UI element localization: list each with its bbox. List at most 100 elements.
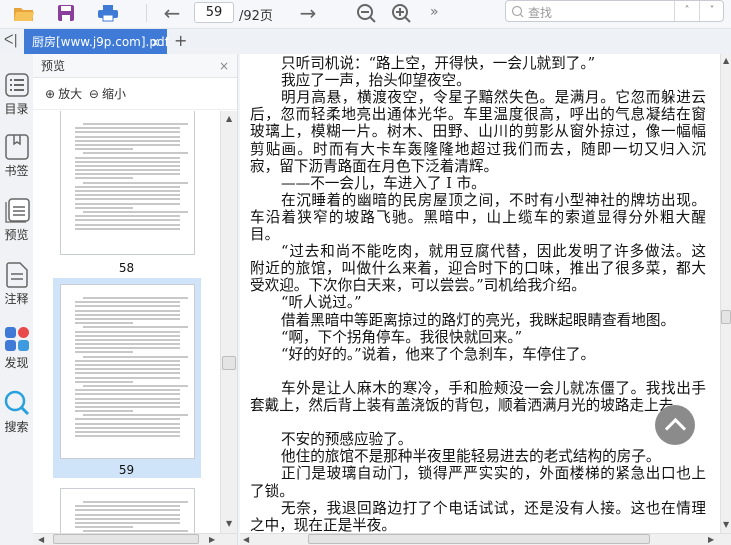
next-page-arrow-icon[interactable]: → <box>296 1 320 25</box>
zoom-out-icon[interactable] <box>354 2 378 24</box>
rail-item-bookmarks[interactable]: 书签 <box>0 134 33 179</box>
thumbnail-text-line <box>75 148 133 151</box>
text-line: 在沉睡着的幽暗的民房屋顶之间，不时有小型神社的牌坊出现。 <box>281 191 706 209</box>
apps-icon <box>0 326 33 352</box>
page-thumbnail-selected[interactable] <box>60 284 195 459</box>
search-box[interactable]: 查找 ˄ ˅ <box>505 0 724 22</box>
thumbnail-text-line <box>83 501 188 503</box>
thumbnail-text-line <box>75 131 180 134</box>
text-line: 他住的旅馆不是那种半夜里能轻易进去的老式结构的房子。 <box>281 448 661 466</box>
thumbnail-text-line <box>75 334 180 337</box>
search-input[interactable]: 查找 <box>528 4 552 21</box>
text-line: 玻璃上，模糊一片。树木、田野、山川的剪影从窗外掠过，像一幅幅 <box>250 123 706 141</box>
thumbnail-text-line <box>75 227 180 230</box>
page-number-input[interactable]: 59 <box>194 2 234 23</box>
back-to-top-button[interactable] <box>655 405 695 445</box>
rail-item-contents[interactable]: 目录 <box>0 72 33 117</box>
scrollbar-thumb[interactable] <box>308 534 650 544</box>
rail-label: 注释 <box>4 292 29 306</box>
thumbnail-text-line <box>75 380 133 383</box>
text-line: 无奈，我退回路边打了个电话试试，还是没有人接。这也在情理 <box>281 499 706 517</box>
close-panel-button[interactable]: × <box>219 54 229 78</box>
tab-document[interactable]: 厨房[www.j9p.com].pdf x <box>24 29 169 55</box>
bookmark-icon <box>0 134 33 160</box>
thumbnail-horizontal-scrollbar[interactable]: ◀ ▶ <box>33 533 237 545</box>
scrollbar-thumb[interactable] <box>721 310 731 324</box>
text-line: 车外是让人麻木的寒冷，手和脸颊没一会儿就冻僵了。我找出手 <box>281 379 706 397</box>
rail-item-preview[interactable]: 预览 <box>0 198 33 243</box>
thumbnail-text-line <box>75 177 133 180</box>
text-line: 后，忽而轻柔地亮出通体光华。车里温度很高，呼出的气息凝结在窗 <box>250 106 706 124</box>
scrollbar-thumb[interactable] <box>53 534 199 544</box>
search-next-button[interactable]: ˅ <box>699 1 724 21</box>
previous-page-arrow-icon[interactable]: ← <box>160 1 184 25</box>
text-line: “啊，下个拐角停车。我很快就回来。” <box>281 328 523 346</box>
page-thumbnail[interactable] <box>60 111 195 255</box>
rail-label: 书签 <box>4 164 29 178</box>
thumbnail-text-line <box>75 393 180 396</box>
thumbnail-text-line <box>75 389 180 392</box>
thumb-zoom-out-button[interactable]: 缩小 <box>102 87 126 101</box>
text-line: 套戴上，然后背上装有盖浇饭的背包，顺着洒满月光的坡路走上去。 <box>250 397 688 414</box>
thumbnail-text-line <box>75 139 180 142</box>
text-line: 附近的旅馆，叫做什么来着，迎合时下的口味，推出了很多菜，都大 <box>250 260 706 278</box>
close-tab-button[interactable]: x <box>152 29 159 55</box>
thumbnail-text-line <box>75 397 180 400</box>
text-line: “过去和尚不能吃肉，就用豆腐代替，因此发明了许多做法。这 <box>281 243 706 261</box>
thumbnail-text-line <box>75 347 180 350</box>
text-line: 之中，现在正是半夜。 <box>250 516 396 533</box>
thumbnail-text-line <box>75 190 180 192</box>
thumbnail-text-line <box>83 152 188 155</box>
preview-panel: 预览 × ⊕ 放大 ⊖ 缩小 58 59 ▲ ▼ ◀ ▶ <box>33 54 238 545</box>
thumbnail-text-line <box>83 530 188 533</box>
more-tools-button[interactable]: » <box>430 4 439 20</box>
thumbnail-text-line <box>75 517 180 520</box>
rail-label: 预览 <box>4 228 29 242</box>
rail-item-search[interactable]: 搜索 <box>0 390 33 435</box>
zoom-in-icon[interactable] <box>389 2 413 24</box>
thumbnail-text-line <box>75 202 180 205</box>
thumbnail-text-line <box>75 160 180 163</box>
rail-item-annotations[interactable]: 注释 <box>0 262 33 307</box>
thumbnail-text-line <box>75 206 133 209</box>
text-line: 我应了一声，抬头仰望夜空。 <box>281 72 471 90</box>
thumbnail-text-line <box>75 343 180 346</box>
thumbnail-vertical-scrollbar[interactable]: ▲ ▼ <box>220 111 237 533</box>
collapse-sidebar-button[interactable]: ᐸ| <box>4 33 18 48</box>
thumbnail-zoom-bar: ⊕ 放大 ⊖ 缩小 <box>33 78 237 110</box>
text-line <box>250 414 706 431</box>
text-line: “好的好的。”说着，他来了个急刹车，车停住了。 <box>281 345 596 363</box>
text-line: 车沿着狭窄的坡路飞驰。黑暗中，山上缆车的索道显得分外粗大醒 <box>250 208 706 226</box>
thumb-zoom-in-button[interactable]: 放大 <box>58 87 82 101</box>
thumbnail-text-line <box>75 173 180 176</box>
thumbnail-text-line <box>75 513 180 516</box>
rail-item-discover[interactable]: 发现 <box>0 326 33 371</box>
text-line: 受欢迎。下次你白天来，可以尝尝。”司机给我介绍。 <box>250 277 586 295</box>
text-line: ——不一会儿，车进入了 I 市。 <box>281 174 486 192</box>
text-line: 目。 <box>250 226 280 243</box>
thumbnail-text-line <box>75 410 133 413</box>
scrollbar-thumb[interactable] <box>222 356 236 370</box>
thumbnail-text-line <box>75 505 180 508</box>
open-folder-icon[interactable] <box>12 2 36 24</box>
page-thumbnail[interactable] <box>60 488 195 533</box>
thumbnail-text-line <box>75 401 180 404</box>
total-pages-label: /92页 <box>239 9 273 24</box>
preview-panel-header: 预览 × <box>33 54 237 78</box>
thumbnail-text-line <box>75 301 180 304</box>
thumbnail-text-line <box>75 426 180 429</box>
thumbnail-text-line <box>75 198 180 201</box>
new-tab-button[interactable]: + <box>174 31 187 50</box>
document-horizontal-scrollbar[interactable]: ◀ ▶ <box>240 533 731 545</box>
thumbnail-text-line <box>75 330 180 333</box>
thumbnail-text-line <box>75 364 180 366</box>
thumbnail-text-line <box>83 326 188 329</box>
print-icon[interactable] <box>96 2 120 24</box>
zoom-in-icon[interactable]: ⊕ <box>45 87 55 101</box>
search-prev-button[interactable]: ˄ <box>674 1 699 21</box>
zoom-out-icon[interactable]: ⊖ <box>89 87 99 101</box>
document-vertical-scrollbar[interactable]: ▲ ▼ <box>720 54 731 533</box>
save-icon[interactable] <box>54 2 78 24</box>
thumbnail-text-line <box>75 169 180 172</box>
thumbnail-text-line <box>75 521 180 524</box>
